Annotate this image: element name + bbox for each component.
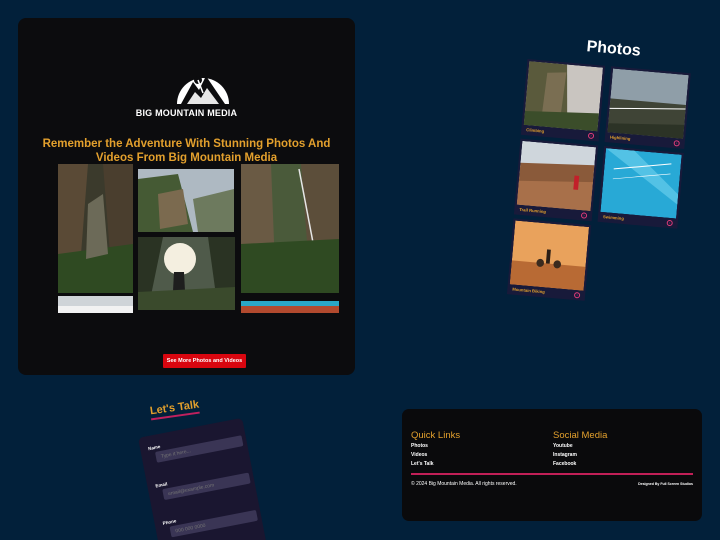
designer-credit[interactable]: Designed By Full Screen Studios [638,482,693,486]
highlining-photo [607,68,689,139]
hero-card: BIG MOUNTAIN MEDIA Remember the Adventur… [18,18,355,375]
quick-links-title: Quick Links [411,430,461,441]
photo-label: Swimming [602,214,625,221]
hero-headline: Remember the Adventure With Stunning Pho… [42,138,331,164]
arrow-circle-icon[interactable]: › [573,291,581,298]
photo-card-mountain-biking[interactable]: Mountain Biking › [506,218,592,301]
footer-link-photos[interactable]: Photos [411,443,428,449]
footer-link-lets-talk[interactable]: Let's Talk [411,461,434,467]
photo-label: Highlining [609,134,631,142]
photo-card-swimming[interactable]: Swimming › [597,146,684,229]
gallery-photo-climbing-wall[interactable] [58,164,133,293]
contact-title: Let's Talk [149,398,201,421]
social-link-instagram[interactable]: Instagram [553,452,577,458]
copyright-text: © 2024 Big Mountain Media. All rights re… [411,481,517,487]
arrow-circle-icon[interactable]: › [666,219,674,226]
arrow-circle-icon[interactable]: › [580,211,588,219]
footer-divider [411,473,693,475]
contact-form: Name Email Phone [138,417,267,540]
photo-label: Mountain Biking [512,286,546,295]
gallery-photo-gorge[interactable] [138,169,234,232]
social-link-facebook[interactable]: Facebook [553,461,576,467]
social-link-youtube[interactable]: Youtube [553,443,573,449]
mountain-logo-icon [177,76,229,104]
climbing-photo [523,61,604,132]
gallery-photo-pool[interactable] [241,301,339,313]
see-more-button[interactable]: See More Photos and Videos [163,354,246,368]
trail-running-photo [516,140,597,212]
arrow-circle-icon[interactable]: › [587,132,595,139]
gallery-photo-hiker-sun[interactable] [138,237,235,310]
photos-section: Photos Climbing › Highlining › Trail Runni… [497,32,709,310]
swimming-photo [600,148,682,219]
gallery-photo-highline[interactable] [241,164,339,293]
brand-name: BIG MOUNTAIN MEDIA [135,108,238,118]
photo-label: Trail Running [519,206,547,215]
photo-card-highlining[interactable]: Highlining › [604,66,691,149]
photo-label: Climbing [526,127,545,134]
social-media-title: Social Media [553,430,608,441]
arrow-circle-icon[interactable]: › [673,139,680,147]
photo-card-climbing[interactable]: Climbing › [520,58,606,142]
footer-link-videos[interactable]: Videos [411,452,427,458]
footer: Quick Links Photos Videos Let's Talk Soc… [402,409,702,521]
photo-card-trail-running[interactable]: Trail Running › [513,138,599,222]
mountain-biking-photo [509,220,590,291]
gallery-photo-sky[interactable] [58,296,133,313]
